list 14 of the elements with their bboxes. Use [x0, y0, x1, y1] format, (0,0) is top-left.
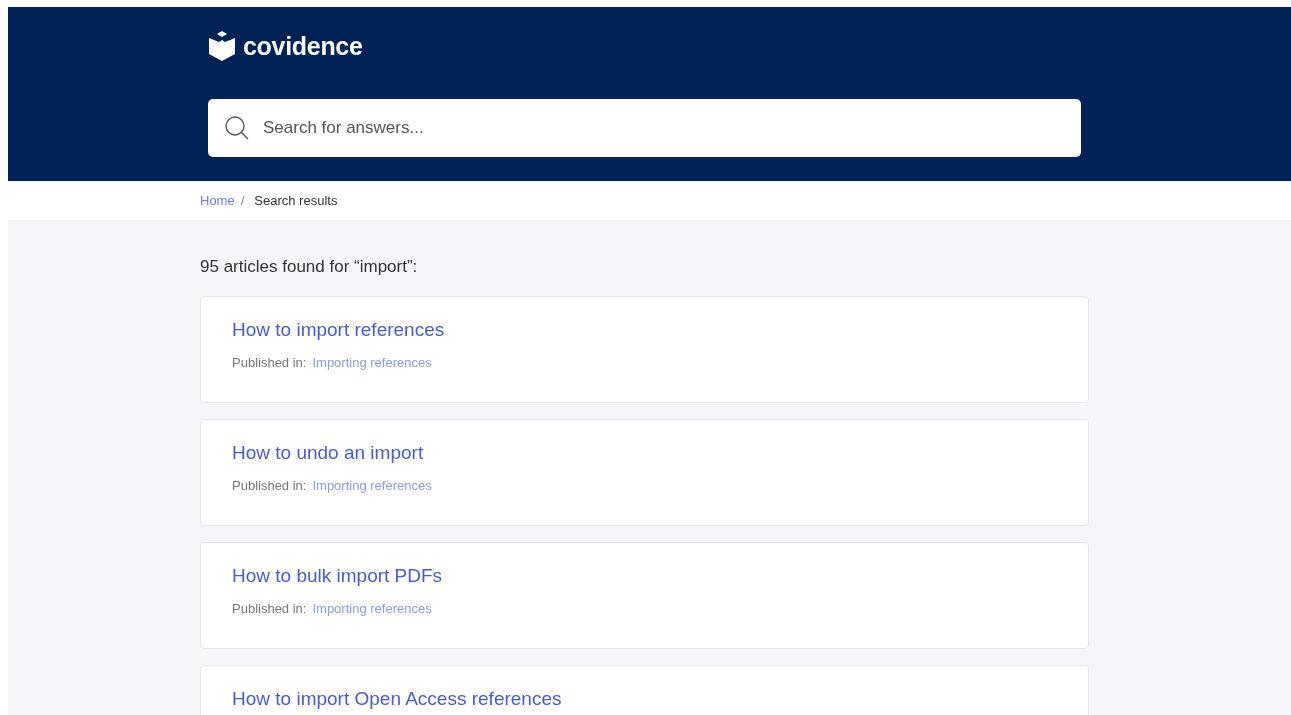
breadcrumb-current: Search results [254, 193, 338, 208]
breadcrumb-link[interactable]: Home [200, 193, 235, 208]
article-link[interactable]: How to import Open Access references [232, 688, 562, 710]
article-link[interactable]: How to undo an import [232, 442, 424, 464]
search-field[interactable]: Search for answers... [208, 99, 1081, 157]
breadcrumb-separator: / [240, 193, 245, 208]
article-link[interactable]: How to import references [232, 319, 445, 341]
published-label: Published in: [232, 478, 307, 493]
published-label: Published in: [232, 601, 307, 616]
article-link[interactable]: How to bulk import PDFs [232, 565, 443, 587]
published-label: Published in: [232, 355, 307, 370]
brand-name[interactable]: covidence [243, 31, 363, 61]
logo-icon [208, 30, 236, 62]
results-heading: 95 articles found for “import”: [200, 257, 419, 277]
